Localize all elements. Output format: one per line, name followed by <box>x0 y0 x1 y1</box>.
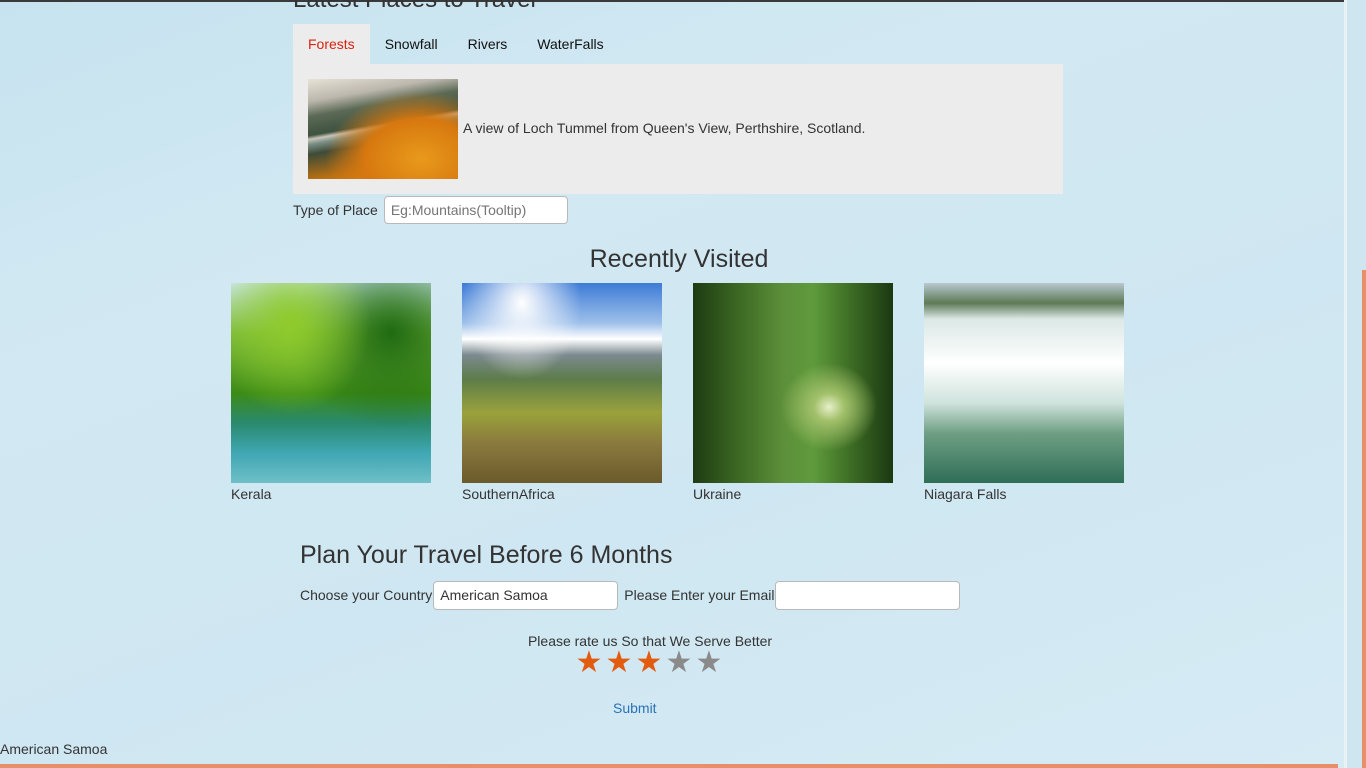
latest-places-heading: Latest Places to Travel <box>293 0 536 12</box>
star-icon-4[interactable]: ★ <box>664 646 694 680</box>
loch-tummel-image <box>308 79 458 179</box>
page-scrollbar[interactable] <box>1344 0 1366 768</box>
tab-panel-forests: A view of Loch Tummel from Queen's View,… <box>293 64 1063 194</box>
gallery-item-niagara-falls[interactable]: Niagara Falls <box>924 283 1124 502</box>
scrollbar-track <box>1344 0 1347 768</box>
submit-link[interactable]: Submit <box>613 700 657 716</box>
niagara-falls-image[interactable] <box>924 283 1124 483</box>
star-icon-3[interactable]: ★ <box>634 646 664 680</box>
bottom-accent-bar <box>0 764 1338 768</box>
ukraine-image[interactable] <box>693 283 893 483</box>
gallery-caption: Ukraine <box>693 486 742 502</box>
gallery-item-kerala[interactable]: Kerala <box>231 283 431 502</box>
gallery-item-ukraine[interactable]: Ukraine <box>693 283 893 502</box>
country-label: Choose your Country <box>300 587 433 603</box>
gallery-caption: SouthernAfrica <box>462 486 555 502</box>
type-of-place-label: Type of Place <box>293 202 378 218</box>
tab-snowfall[interactable]: Snowfall <box>370 24 453 64</box>
plan-form-row: Choose your Country Please Enter your Em… <box>300 580 961 610</box>
kerala-image[interactable] <box>231 283 431 483</box>
email-label: Please Enter your Email <box>624 587 775 603</box>
star-rating: ★ ★ ★ ★ ★ <box>574 646 724 680</box>
tab-rivers[interactable]: Rivers <box>453 24 523 64</box>
plan-travel-heading: Plan Your Travel Before 6 Months <box>300 541 673 569</box>
type-of-place-input[interactable] <box>383 196 568 224</box>
southern-africa-image[interactable] <box>462 283 662 483</box>
star-icon-5[interactable]: ★ <box>694 646 724 680</box>
gallery-caption: Niagara Falls <box>924 486 1007 502</box>
tab-waterfalls[interactable]: WaterFalls <box>522 24 618 64</box>
star-icon-2[interactable]: ★ <box>604 646 634 680</box>
recently-visited-heading: Recently Visited <box>589 245 769 273</box>
gallery-item-southern-africa[interactable]: SouthernAfrica <box>462 283 662 502</box>
country-input[interactable] <box>433 580 619 610</box>
scrollbar-thumb[interactable] <box>1362 270 1366 768</box>
selected-country-output: American Samoa <box>0 741 108 757</box>
place-tabs: Forests Snowfall Rivers WaterFalls <box>293 24 619 64</box>
tab-forests[interactable]: Forests <box>293 24 370 64</box>
gallery-caption: Kerala <box>231 486 272 502</box>
star-icon-1[interactable]: ★ <box>574 646 604 680</box>
top-border <box>0 0 1344 2</box>
email-input[interactable] <box>775 580 961 610</box>
type-of-place-row: Type of Place <box>293 195 568 225</box>
tab-panel-caption: A view of Loch Tummel from Queen's View,… <box>463 120 866 136</box>
